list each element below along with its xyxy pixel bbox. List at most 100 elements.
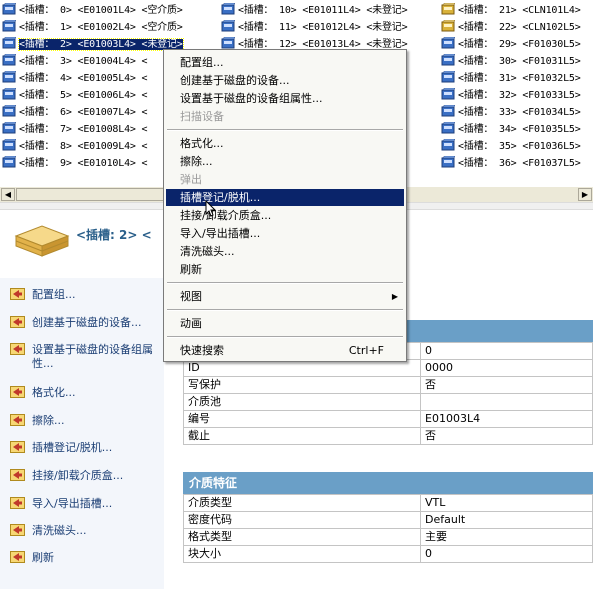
slot-label: <插槽： 36> <F01037L5> [458, 158, 581, 169]
context-menu-item[interactable]: 快速搜索 Ctrl+F [166, 342, 404, 359]
menu-item-label: 设置基于磁盘的设备组属性... [180, 92, 323, 105]
context-menu-item[interactable]: 动画 [166, 315, 404, 332]
slot-item[interactable]: <插槽： 35> <F01036L5> [441, 139, 581, 155]
arrow-task-icon [10, 288, 25, 300]
property-key: 写保护 [183, 376, 421, 394]
slot-item[interactable]: <插槽： 22> <CLN102L5> [441, 20, 581, 36]
menu-shortcut: Ctrl+F [348, 344, 384, 357]
arrow-task-icon [10, 343, 25, 355]
slot-label: <插槽： 9> <E01010L4> < [19, 158, 148, 169]
tape-cartridge-icon [221, 37, 235, 49]
task-link[interactable]: 设置基于磁盘的设备组属性... [10, 343, 160, 371]
property-key: 编号 [183, 410, 421, 428]
menu-item-label: 挂接/卸载介质盒... [180, 209, 272, 222]
context-menu-item[interactable]: 视图 ▶ [166, 288, 404, 305]
tape-cartridge-icon [441, 139, 455, 151]
context-menu-item[interactable]: 擦除... [166, 153, 404, 170]
property-value: 0000 [420, 359, 593, 377]
context-menu-item[interactable]: 设置基于磁盘的设备组属性... [166, 90, 404, 107]
slot-label: <插槽： 0> <E01001L4> <空介质> [19, 5, 183, 16]
context-menu-item[interactable]: 格式化... [166, 135, 404, 152]
property-row: ID 0000 [183, 359, 593, 377]
tape-cartridge-icon [441, 88, 455, 100]
task-panel: 配置组... 创建基于磁盘的设备... 设置基于磁盘的设备组属性... 格式化... 擦… [0, 278, 164, 589]
task-link[interactable]: 挂接/卸载介质盒... [10, 469, 160, 483]
slot-label: <插槽： 11> <E01012L4> <未登记> [238, 22, 408, 33]
task-link[interactable]: 刷新 [10, 551, 160, 565]
mouse-cursor-icon [205, 199, 217, 221]
task-link[interactable]: 插槽登记/脱机... [10, 441, 160, 455]
slot-item[interactable]: <插槽： 5> <E01006L4> < [2, 88, 148, 104]
slot-label: <插槽： 29> <F01030L5> [458, 39, 581, 50]
slot-label: <插槽： 10> <E01011L4> <未登记> [238, 5, 408, 16]
slot-item[interactable]: <插槽： 8> <E01009L4> < [2, 139, 148, 155]
slot-item[interactable]: <插槽： 7> <E01008L4> < [2, 122, 148, 138]
context-menu-item[interactable]: 导入/导出插槽... [166, 225, 404, 242]
slot-item[interactable]: <插槽： 1> <E01002L4> <空介质> [2, 20, 183, 36]
property-key: 块大小 [183, 545, 421, 563]
slot-label: <插槽： 7> <E01008L4> < [19, 124, 148, 135]
slot-item[interactable]: <插槽： 0> <E01001L4> <空介质> [2, 3, 183, 19]
menu-item-label: 弹出 [180, 173, 202, 186]
slot-label: <插槽： 6> <E01007L4> < [19, 107, 148, 118]
task-link[interactable]: 创建基于磁盘的设备... [10, 316, 160, 330]
task-link[interactable]: 格式化... [10, 386, 160, 400]
tape-cartridge-icon [2, 20, 16, 32]
slot-item[interactable]: <插槽： 9> <E01010L4> < [2, 156, 148, 172]
property-row: 密度代码 Default [183, 511, 593, 529]
arrow-task-icon [10, 497, 25, 509]
slot-label: <插槽： 34> <F01035L5> [458, 124, 581, 135]
property-value: 否 [420, 376, 593, 394]
context-menu-item[interactable]: 配置组... [166, 54, 404, 71]
slot-item[interactable]: <插槽： 2> <E01003L4> <未登记> [2, 37, 184, 53]
property-value: E01003L4 [420, 410, 593, 428]
task-link[interactable]: 配置组... [10, 288, 160, 302]
context-menu-item[interactable]: 创建基于磁盘的设备... [166, 72, 404, 89]
slot-item[interactable]: <插槽： 21> <CLN101L4> [441, 3, 581, 19]
tape-cartridge-icon [221, 3, 235, 15]
slot-item[interactable]: <插槽： 29> <F01030L5> [441, 37, 581, 53]
task-link-label: 设置基于磁盘的设备组属性... [32, 343, 153, 370]
tape-cartridge-icon [441, 105, 455, 117]
context-menu: 配置组... 创建基于磁盘的设备... 设置基于磁盘的设备组属性... 扫描设备 格式化… [163, 49, 407, 362]
tape-cartridge-icon [441, 37, 455, 49]
slot-item[interactable]: <插槽： 3> <E01004L4> < [2, 54, 148, 70]
scroll-left-arrow-icon[interactable]: ◀ [1, 188, 15, 201]
slot-item[interactable]: <插槽： 36> <F01037L5> [441, 156, 581, 172]
property-row: 格式类型 主要 [183, 528, 593, 546]
property-value: Default [420, 511, 593, 529]
cleaning-tape-icon [441, 20, 455, 32]
slot-label: <插槽： 22> <CLN102L5> [458, 22, 581, 33]
slot-item[interactable]: <插槽： 33> <F01034L5> [441, 105, 581, 121]
task-link[interactable]: 擦除... [10, 414, 160, 428]
tape-cartridge-icon [2, 71, 16, 83]
slot-item[interactable]: <插槽： 30> <F01031L5> [441, 54, 581, 70]
context-menu-item[interactable]: 刷新 [166, 261, 404, 278]
slot-item[interactable]: <插槽： 11> <E01012L4> <未登记> [221, 20, 408, 36]
slot-item[interactable]: <插槽： 31> <F01032L5> [441, 71, 581, 87]
tape-cartridge-icon [2, 156, 16, 168]
task-link-label: 导入/导出插槽... [32, 497, 113, 510]
menu-item-label: 动画 [180, 317, 202, 330]
slot-item[interactable]: <插槽： 4> <E01005L4> < [2, 71, 148, 87]
slot-label: <插槽： 21> <CLN101L4> [458, 5, 581, 16]
context-menu-item: 弹出 [166, 171, 404, 188]
context-menu-item[interactable]: 插槽登记/脱机... [166, 189, 404, 206]
scroll-right-arrow-icon[interactable]: ▶ [578, 188, 592, 201]
slot-item[interactable]: <插槽： 34> <F01035L5> [441, 122, 581, 138]
slot-item[interactable]: <插槽： 32> <F01033L5> [441, 88, 581, 104]
context-menu-item[interactable]: 清洗磁头... [166, 243, 404, 260]
task-link[interactable]: 导入/导出插槽... [10, 497, 160, 511]
task-link-label: 配置组... [32, 288, 76, 301]
context-menu-item[interactable]: 挂接/卸载介质盒... [166, 207, 404, 224]
property-row: 介质池 [183, 393, 593, 411]
property-key: 截止 [183, 427, 421, 445]
cleaning-tape-icon [441, 3, 455, 15]
property-value: 0 [420, 545, 593, 563]
task-link[interactable]: 清洗磁头... [10, 524, 160, 538]
slot-item[interactable]: <插槽： 6> <E01007L4> < [2, 105, 148, 121]
slot-item[interactable]: <插槽： 10> <E01011L4> <未登记> [221, 3, 408, 19]
property-value [420, 393, 593, 411]
tape-cartridge-icon [2, 122, 16, 134]
arrow-task-icon [10, 316, 25, 328]
